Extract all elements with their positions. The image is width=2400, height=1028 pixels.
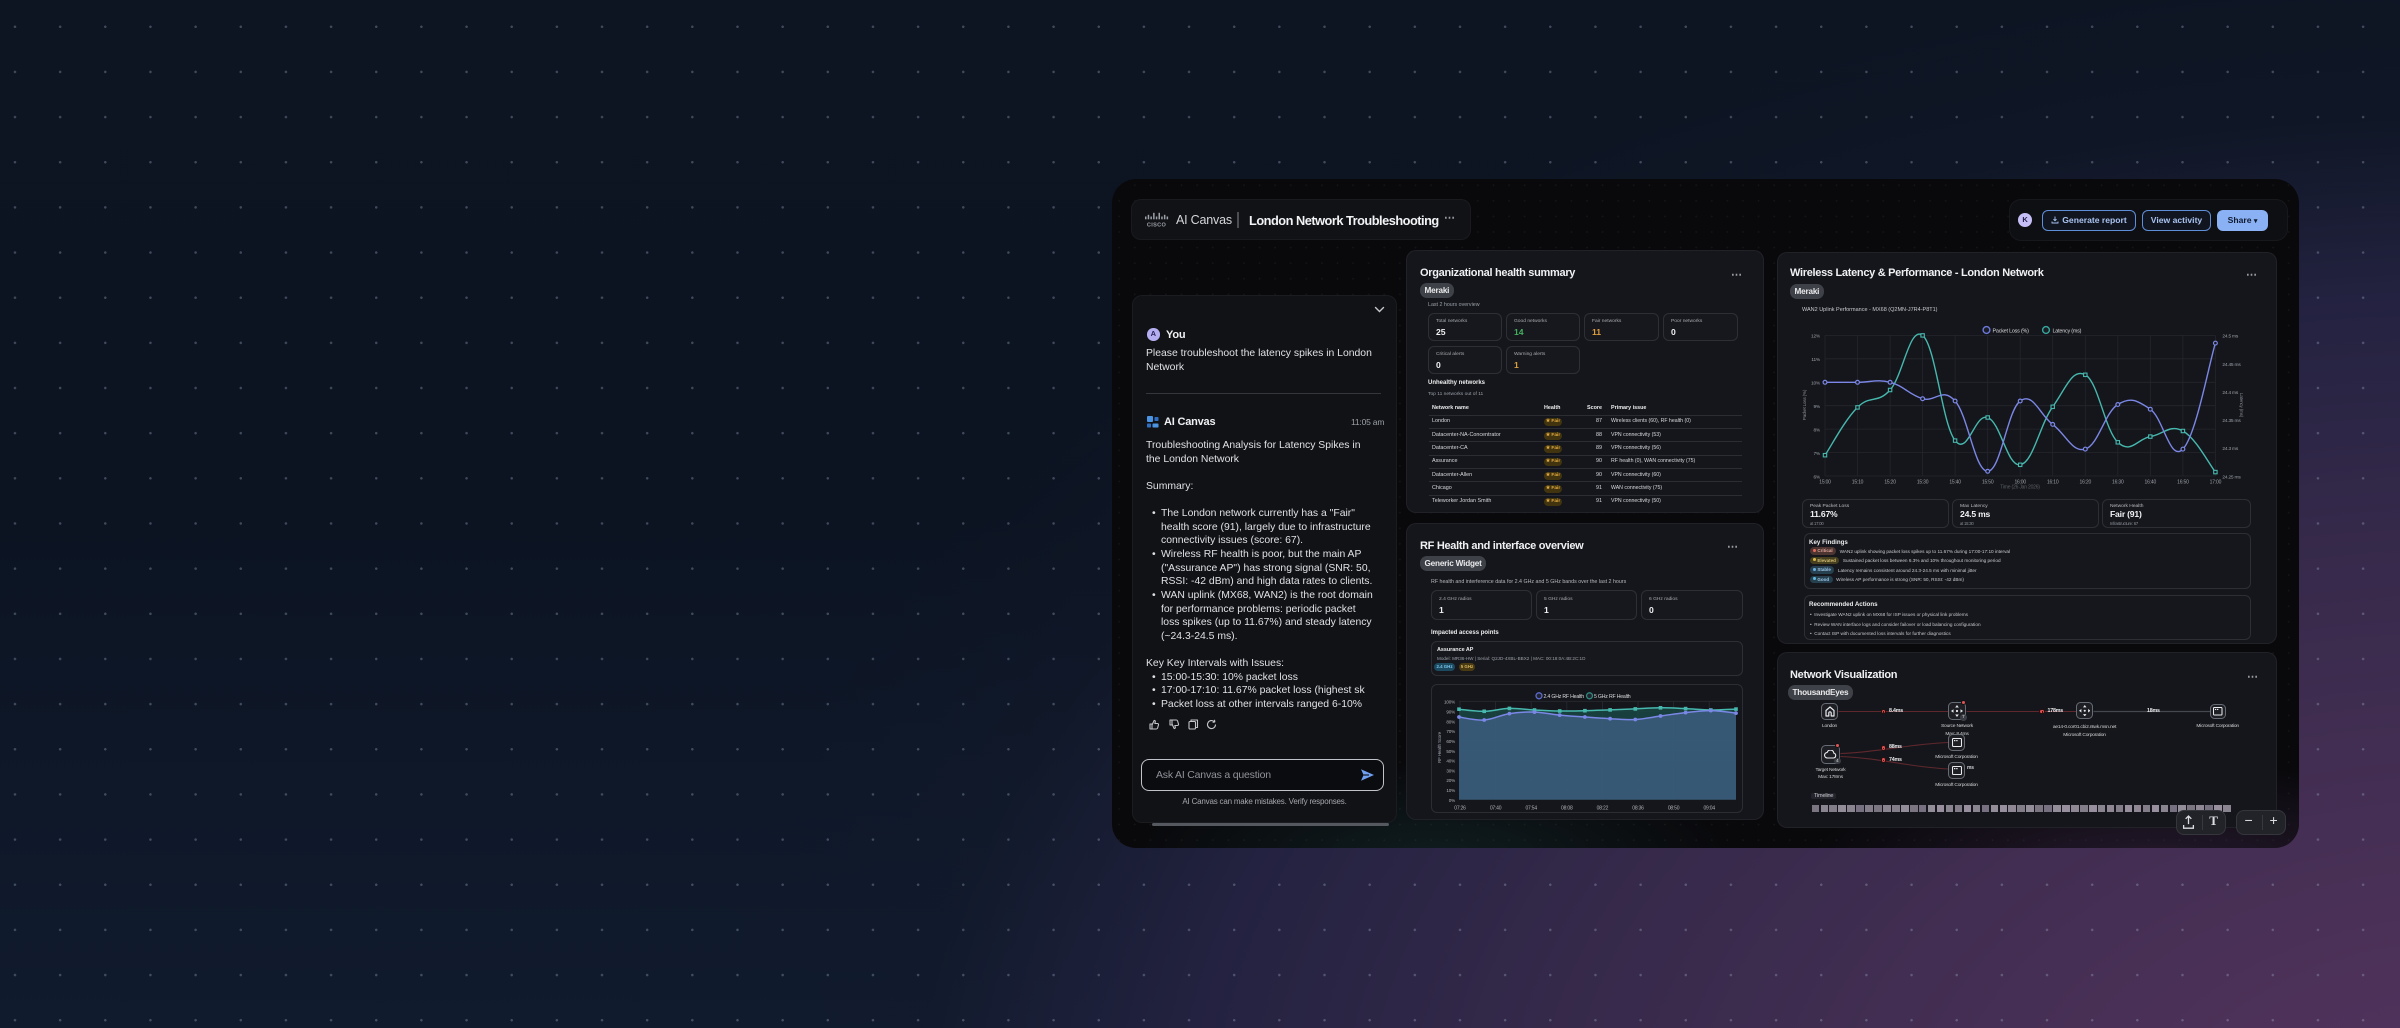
svg-text:15:50: 15:50 xyxy=(1982,480,1994,486)
svg-text:30%: 30% xyxy=(1446,768,1455,773)
svg-text:8%: 8% xyxy=(1813,427,1820,433)
svg-text:90%: 90% xyxy=(1446,709,1455,714)
svg-text:07:26: 07:26 xyxy=(1454,806,1466,812)
svg-text:24.4 ms: 24.4 ms xyxy=(2222,390,2238,396)
svg-text:Latency (ms): Latency (ms) xyxy=(2239,393,2244,418)
svg-text:16:40: 16:40 xyxy=(2145,480,2157,486)
svg-text:24.5 ms: 24.5 ms xyxy=(2222,334,2238,340)
svg-text:80%: 80% xyxy=(1446,719,1455,724)
svg-text:15:40: 15:40 xyxy=(1949,480,1961,486)
svg-text:6%: 6% xyxy=(1813,474,1820,480)
svg-text:12%: 12% xyxy=(1811,334,1821,340)
svg-text:20%: 20% xyxy=(1446,778,1455,783)
svg-text:10%: 10% xyxy=(1446,788,1455,793)
svg-text:5 GHz RF Health: 5 GHz RF Health xyxy=(1594,694,1631,700)
svg-text:16:20: 16:20 xyxy=(2080,480,2092,486)
svg-text:Latency (ms): Latency (ms) xyxy=(2053,328,2082,334)
svg-text:08:22: 08:22 xyxy=(1597,806,1609,812)
svg-text:17:00: 17:00 xyxy=(2210,480,2222,486)
svg-text:07:40: 07:40 xyxy=(1490,806,1502,812)
svg-text:24.35 ms: 24.35 ms xyxy=(2222,418,2241,424)
svg-text:09:04: 09:04 xyxy=(1703,806,1715,812)
svg-text:08:08: 08:08 xyxy=(1561,806,1573,812)
svg-text:Time (26 Jan 2026): Time (26 Jan 2026) xyxy=(2000,485,2040,491)
svg-text:RF Health Score: RF Health Score xyxy=(1437,731,1442,763)
svg-text:60%: 60% xyxy=(1446,739,1455,744)
svg-text:15:30: 15:30 xyxy=(1917,480,1929,486)
svg-text:11%: 11% xyxy=(1811,357,1821,363)
svg-text:16:50: 16:50 xyxy=(2177,480,2189,486)
svg-text:15:20: 15:20 xyxy=(1884,480,1896,486)
svg-text:15:00: 15:00 xyxy=(1819,480,1831,486)
svg-text:24.3 ms: 24.3 ms xyxy=(2222,446,2238,452)
svg-text:10%: 10% xyxy=(1811,381,1821,387)
svg-text:100%: 100% xyxy=(1444,700,1455,705)
svg-text:Packet Loss (%): Packet Loss (%) xyxy=(1802,389,1807,420)
svg-text:07:54: 07:54 xyxy=(1525,806,1537,812)
svg-text:CISCO: CISCO xyxy=(1147,223,1167,229)
svg-text:70%: 70% xyxy=(1446,729,1455,734)
svg-text:50%: 50% xyxy=(1446,749,1455,754)
svg-text:40%: 40% xyxy=(1446,759,1455,764)
svg-text:16:10: 16:10 xyxy=(2047,480,2059,486)
svg-text:9%: 9% xyxy=(1813,404,1820,410)
svg-text:0%: 0% xyxy=(1449,798,1455,803)
svg-text:7%: 7% xyxy=(1813,451,1820,457)
svg-text:24.45 ms: 24.45 ms xyxy=(2222,362,2241,368)
svg-text:24.25 ms: 24.25 ms xyxy=(2222,474,2241,480)
svg-text:Packet Loss (%): Packet Loss (%) xyxy=(1993,328,2030,334)
svg-text:08:50: 08:50 xyxy=(1668,806,1680,812)
svg-text:08:36: 08:36 xyxy=(1632,806,1644,812)
svg-text:2.4 GHz RF Health: 2.4 GHz RF Health xyxy=(1544,694,1585,700)
svg-text:15:10: 15:10 xyxy=(1852,480,1864,486)
svg-text:16:30: 16:30 xyxy=(2112,480,2124,486)
